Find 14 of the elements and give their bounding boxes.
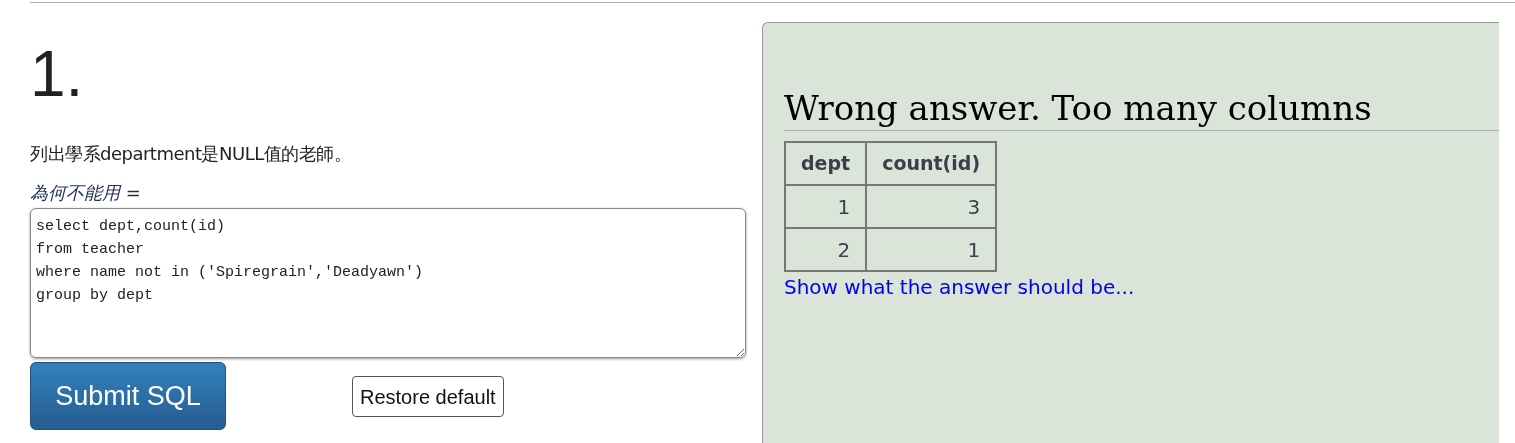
result-message: Wrong answer. Too many columns	[784, 86, 1499, 131]
table-cell: 1	[785, 185, 867, 228]
column-header: dept	[785, 142, 867, 185]
restore-default-button[interactable]: Restore default	[352, 376, 504, 417]
show-answer-link[interactable]: Show what the answer should be...	[784, 275, 1135, 299]
hint-text: 為何不能用 =	[30, 181, 142, 205]
table-cell: 3	[866, 185, 997, 228]
question-number: 1.	[30, 42, 85, 102]
column-header: count(id)	[866, 142, 997, 185]
table-cell: 2	[785, 228, 867, 271]
table-cell: 1	[866, 228, 997, 271]
sql-editor[interactable]: select dept,count(id) from teacher where name not in ('Spiregrain','Deadyawn') group by dept	[30, 208, 746, 358]
submit-button[interactable]: Submit SQL	[30, 362, 226, 430]
question-text: 列出學系department是NULL值的老師。	[30, 142, 353, 166]
